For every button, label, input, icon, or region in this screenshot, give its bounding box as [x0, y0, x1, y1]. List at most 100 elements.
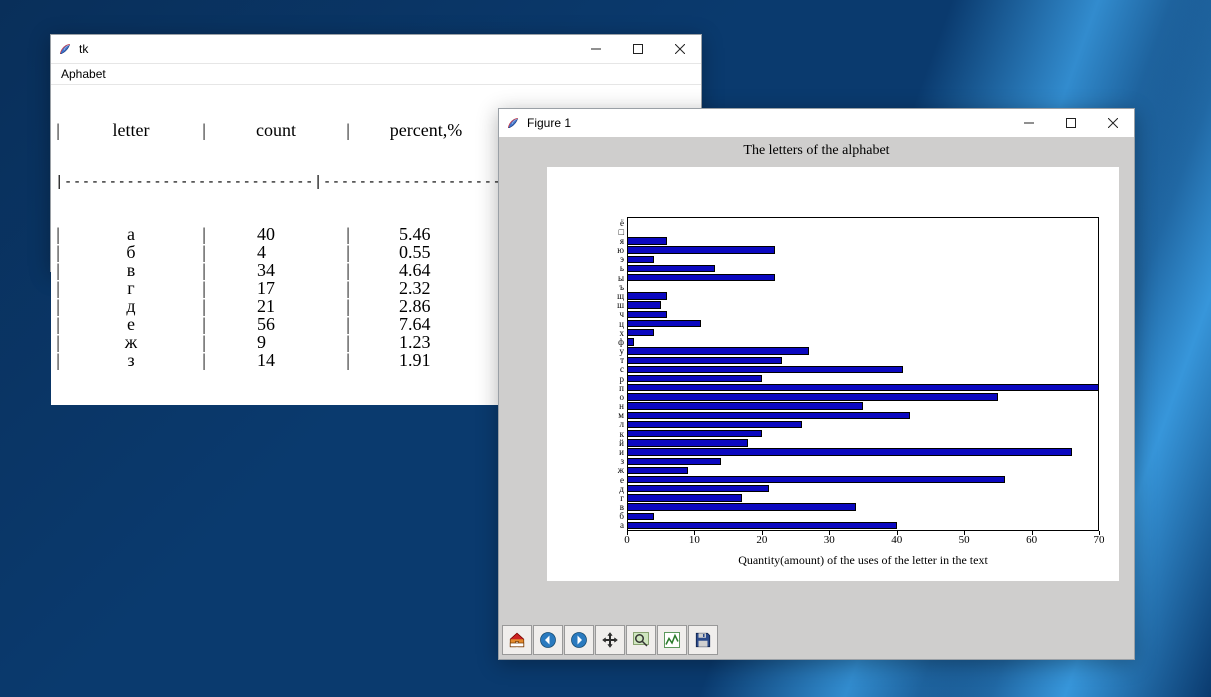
bar — [627, 430, 762, 437]
cell-percent: 0.55 — [351, 243, 501, 261]
y-tick-label: н — [619, 401, 627, 411]
cell-letter: в — [61, 261, 201, 279]
cell-letter: г — [61, 279, 201, 297]
cell-letter: а — [61, 225, 201, 243]
tk-menubar: Aphabet — [51, 64, 701, 85]
y-tick-label: ф — [618, 337, 627, 347]
maximize-button[interactable] — [617, 35, 659, 63]
y-tick-label: х — [620, 328, 628, 338]
cell-percent: 7.64 — [351, 315, 501, 333]
cell-count: 21 — [207, 297, 345, 315]
y-tick-label: у — [620, 346, 628, 356]
cell-count: 17 — [207, 279, 345, 297]
bar — [627, 476, 1005, 483]
bar — [627, 522, 897, 529]
bar — [627, 448, 1072, 455]
cell-count: 40 — [207, 225, 345, 243]
y-tick-label: и — [619, 447, 627, 457]
cell-letter: з — [61, 351, 201, 369]
y-tick-label: й — [619, 438, 627, 448]
home-button[interactable] — [502, 625, 532, 655]
cell-letter: б — [61, 243, 201, 261]
y-tick-label: д — [619, 484, 627, 494]
bar — [627, 384, 1099, 391]
save-button[interactable] — [688, 625, 718, 655]
y-tick-label: в — [620, 502, 627, 512]
bar — [627, 439, 748, 446]
maximize-button[interactable] — [1050, 109, 1092, 137]
y-tick-label: я — [620, 236, 627, 246]
x-tick-label: 50 — [959, 531, 970, 546]
bar — [627, 320, 701, 327]
bar — [627, 421, 802, 428]
y-tick-label: ж — [618, 465, 627, 475]
bar — [627, 347, 809, 354]
y-tick-label: л — [620, 419, 628, 429]
bar — [627, 338, 634, 345]
menu-alphabet[interactable]: Aphabet — [55, 65, 112, 83]
close-button[interactable] — [1092, 109, 1134, 137]
bar — [627, 292, 667, 299]
minimize-button[interactable] — [575, 35, 617, 63]
cell-count: 9 — [207, 333, 345, 351]
y-tick-label: ю — [617, 245, 627, 255]
y-tick-label: к — [620, 429, 627, 439]
back-button[interactable] — [533, 625, 563, 655]
col-percent: percent,% — [351, 121, 501, 139]
y-tick-label: п — [619, 383, 627, 393]
cell-percent: 5.46 — [351, 225, 501, 243]
cell-count: 34 — [207, 261, 345, 279]
figure-window: Figure 1 The letters of the alphabet Qua… — [498, 108, 1135, 660]
cell-percent: 4.64 — [351, 261, 501, 279]
bar — [627, 503, 856, 510]
y-tick-label: а — [620, 520, 627, 530]
y-tick-label: е — [620, 475, 627, 485]
pan-button[interactable] — [595, 625, 625, 655]
bar — [627, 458, 721, 465]
x-axis-label: Quantity(amount) of the uses of the lett… — [627, 553, 1099, 568]
y-tick-label: ц — [619, 319, 627, 329]
cell-percent: 1.91 — [351, 351, 501, 369]
matplotlib-toolbar — [502, 625, 718, 655]
y-tick-label: ё — [620, 218, 627, 228]
y-tick-label: м — [618, 410, 627, 420]
y-tick-label: ь — [620, 263, 627, 273]
x-tick-label: 10 — [689, 531, 700, 546]
bar — [627, 301, 661, 308]
cell-count: 56 — [207, 315, 345, 333]
figure-title: Figure 1 — [527, 116, 571, 130]
plot-background: Quantity(amount) of the uses of the lett… — [547, 167, 1119, 581]
bar — [627, 329, 654, 336]
cell-letter: д — [61, 297, 201, 315]
bar — [627, 311, 667, 318]
bar — [627, 246, 775, 253]
y-tick-label: ъ — [619, 282, 627, 292]
tk-titlebar[interactable]: tk — [51, 35, 701, 64]
cell-count: 4 — [207, 243, 345, 261]
y-tick-label: т — [620, 355, 627, 365]
cell-count: 14 — [207, 351, 345, 369]
y-tick-label: ч — [619, 309, 627, 319]
minimize-button[interactable] — [1008, 109, 1050, 137]
tk-title: tk — [79, 42, 88, 56]
plot-area[interactable]: Quantity(amount) of the uses of the lett… — [627, 217, 1099, 531]
zoom-button[interactable] — [626, 625, 656, 655]
y-tick-label: г — [620, 493, 627, 503]
bar — [627, 467, 688, 474]
figure-titlebar[interactable]: Figure 1 — [499, 109, 1134, 138]
bar — [627, 494, 742, 501]
y-tick-label: □ — [619, 227, 627, 237]
close-button[interactable] — [659, 35, 701, 63]
x-tick-label: 60 — [1026, 531, 1037, 546]
y-tick-label: с — [620, 364, 627, 374]
cell-percent: 2.32 — [351, 279, 501, 297]
cell-letter: ж — [61, 333, 201, 351]
subplots-button[interactable] — [657, 625, 687, 655]
forward-button[interactable] — [564, 625, 594, 655]
bar — [627, 256, 654, 263]
bar — [627, 402, 863, 409]
col-letter: letter — [61, 121, 201, 139]
x-tick-label: 40 — [891, 531, 902, 546]
x-tick-label: 0 — [624, 531, 630, 546]
bar — [627, 393, 998, 400]
